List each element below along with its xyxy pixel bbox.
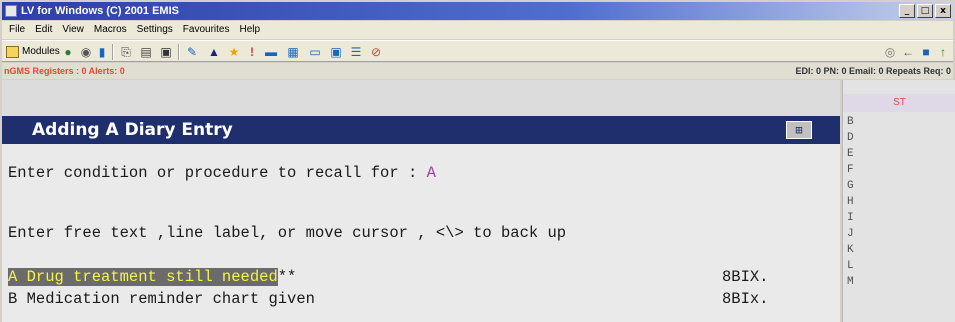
monitor-icon[interactable]: ▭ [306,44,324,60]
status-bar: nGMS Registers : 0 Alerts: 0 EDI: 0 PN: … [2,63,953,79]
recall-prompt-text: Enter condition or procedure to recall f… [8,164,427,182]
alert-icon[interactable]: ! [246,44,258,60]
maximize-button[interactable]: □ [917,4,933,18]
flask-icon[interactable]: ▲ [206,44,222,60]
screen-header: Adding A Diary Entry ⊞ [2,116,840,144]
list-icon[interactable]: ☰ [348,44,364,60]
option-row[interactable]: A Drug treatment still needed** 8BIX. [2,268,840,288]
menu-favourites[interactable]: Favourites [178,21,235,39]
cancel-icon[interactable]: ⊘ [368,44,384,60]
back-icon[interactable]: ← [900,44,916,60]
printer-icon[interactable]: ▣ [158,44,174,60]
save-icon[interactable]: ■ [918,44,934,60]
page-title: Adding A Diary Entry [32,120,233,140]
option-label: B Medication reminder chart given [8,290,315,308]
side-panel: ST B D E F G H I J K L M [842,80,955,322]
side-letter[interactable]: M [847,274,947,290]
side-letter[interactable]: I [847,210,947,226]
toolbar-separator [178,44,180,60]
side-letter[interactable]: E [847,146,947,162]
side-letter[interactable]: B [847,114,947,130]
side-letter-list: B D E F G H I J K L M [847,114,947,290]
modules-label: Modules [22,46,60,57]
application-window: LV for Windows (C) 2001 EMIS _ □ x File … [0,0,955,322]
card-icon[interactable]: ▬ [262,44,280,60]
menu-file[interactable]: File [4,21,30,39]
window-controls: _ □ x [899,4,951,18]
window-title: LV for Windows (C) 2001 EMIS [21,5,179,17]
side-letter[interactable]: H [847,194,947,210]
menu-settings[interactable]: Settings [132,21,178,39]
side-letter[interactable]: K [847,242,947,258]
entry-form: Enter condition or procedure to recall f… [2,144,840,322]
minimize-button[interactable]: _ [899,4,915,18]
menu-bar: File Edit View Macros Settings Favourite… [2,21,953,39]
option-label: A Drug treatment still needed [8,268,278,286]
window-icon[interactable]: ▣ [328,44,344,60]
side-letter[interactable]: L [847,258,947,274]
menu-edit[interactable]: Edit [30,21,57,39]
modules-icon [6,46,19,58]
grid-icon[interactable]: ▦ [284,44,302,60]
title-bar[interactable]: LV for Windows (C) 2001 EMIS _ □ x [2,2,953,20]
consultation-icon[interactable]: ◉ [78,44,94,60]
copy-icon[interactable]: ⎘ [118,44,134,60]
medication-icon[interactable]: ▮ [96,44,108,60]
recall-prompt[interactable]: Enter condition or procedure to recall f… [8,164,436,182]
main-screen: Adding A Diary Entry ⊞ Enter condition o… [2,80,840,322]
freetext-prompt[interactable]: Enter free text ,line label, or move cur… [8,224,566,242]
menu-view[interactable]: View [57,21,89,39]
menu-help[interactable]: Help [234,21,265,39]
messaging-status[interactable]: EDI: 0 PN: 0 Email: 0 Repeats Req: 0 [795,63,951,79]
next-icon[interactable]: ↑ [936,44,950,60]
recall-prompt-value: A [426,164,436,182]
star-icon[interactable]: ★ [226,44,242,60]
side-letter[interactable]: J [847,226,947,242]
registers-alerts-status[interactable]: nGMS Registers : 0 Alerts: 0 [4,63,125,79]
side-letter[interactable]: F [847,162,947,178]
option-code: 8BIx. [722,290,769,308]
menu-macros[interactable]: Macros [89,21,132,39]
side-panel-header: ST [843,94,955,112]
help-icon[interactable]: ◎ [882,44,898,60]
clipboard-icon[interactable]: ▤ [138,44,154,60]
patient-icon[interactable]: ● [60,44,76,60]
side-letter[interactable]: G [847,178,947,194]
option-suffix: ** [277,268,297,286]
close-button[interactable]: x [935,4,951,18]
toolbar: Modules ● ◉ ▮ ⎘ ▤ ▣ ✎ ▲ ★ ! ▬ ▦ ▭ ▣ ☰ ⊘ … [2,40,953,62]
keypad-icon[interactable]: ⊞ [786,121,812,139]
app-icon [5,5,17,17]
pen-icon[interactable]: ✎ [184,44,200,60]
modules-button[interactable]: Modules [6,44,60,60]
side-letter[interactable]: D [847,130,947,146]
option-code: 8BIX. [722,268,769,286]
screen-top-gap [2,80,840,116]
toolbar-separator [112,44,114,60]
option-row[interactable]: B Medication reminder chart given 8BIx. [2,290,840,310]
